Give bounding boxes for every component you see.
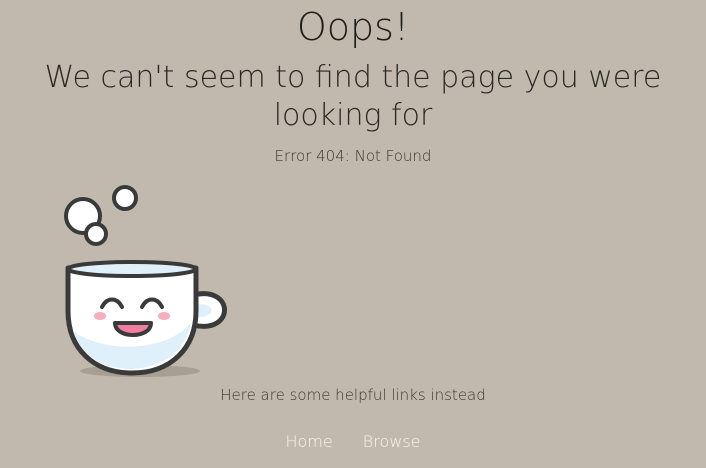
cheek-right <box>158 312 170 320</box>
page-title: Oops! <box>296 5 410 49</box>
coffee-cup-icon <box>64 185 227 377</box>
home-link[interactable]: Home <box>285 431 332 453</box>
cheek-left <box>94 312 106 320</box>
helpful-links-nav: Home Browse <box>0 431 706 453</box>
helpful-links-text: Here are some helpful links instead <box>220 386 486 404</box>
steam-icon <box>64 185 138 246</box>
subtitle-line-2: looking for <box>273 98 433 133</box>
error-code-text: Error 404: Not Found <box>274 147 432 165</box>
subtitle-line-1: We can't seem to find the page you were <box>44 60 662 95</box>
mouth <box>113 321 153 337</box>
browse-link[interactable]: Browse <box>363 431 421 453</box>
cup-rim <box>66 260 198 278</box>
